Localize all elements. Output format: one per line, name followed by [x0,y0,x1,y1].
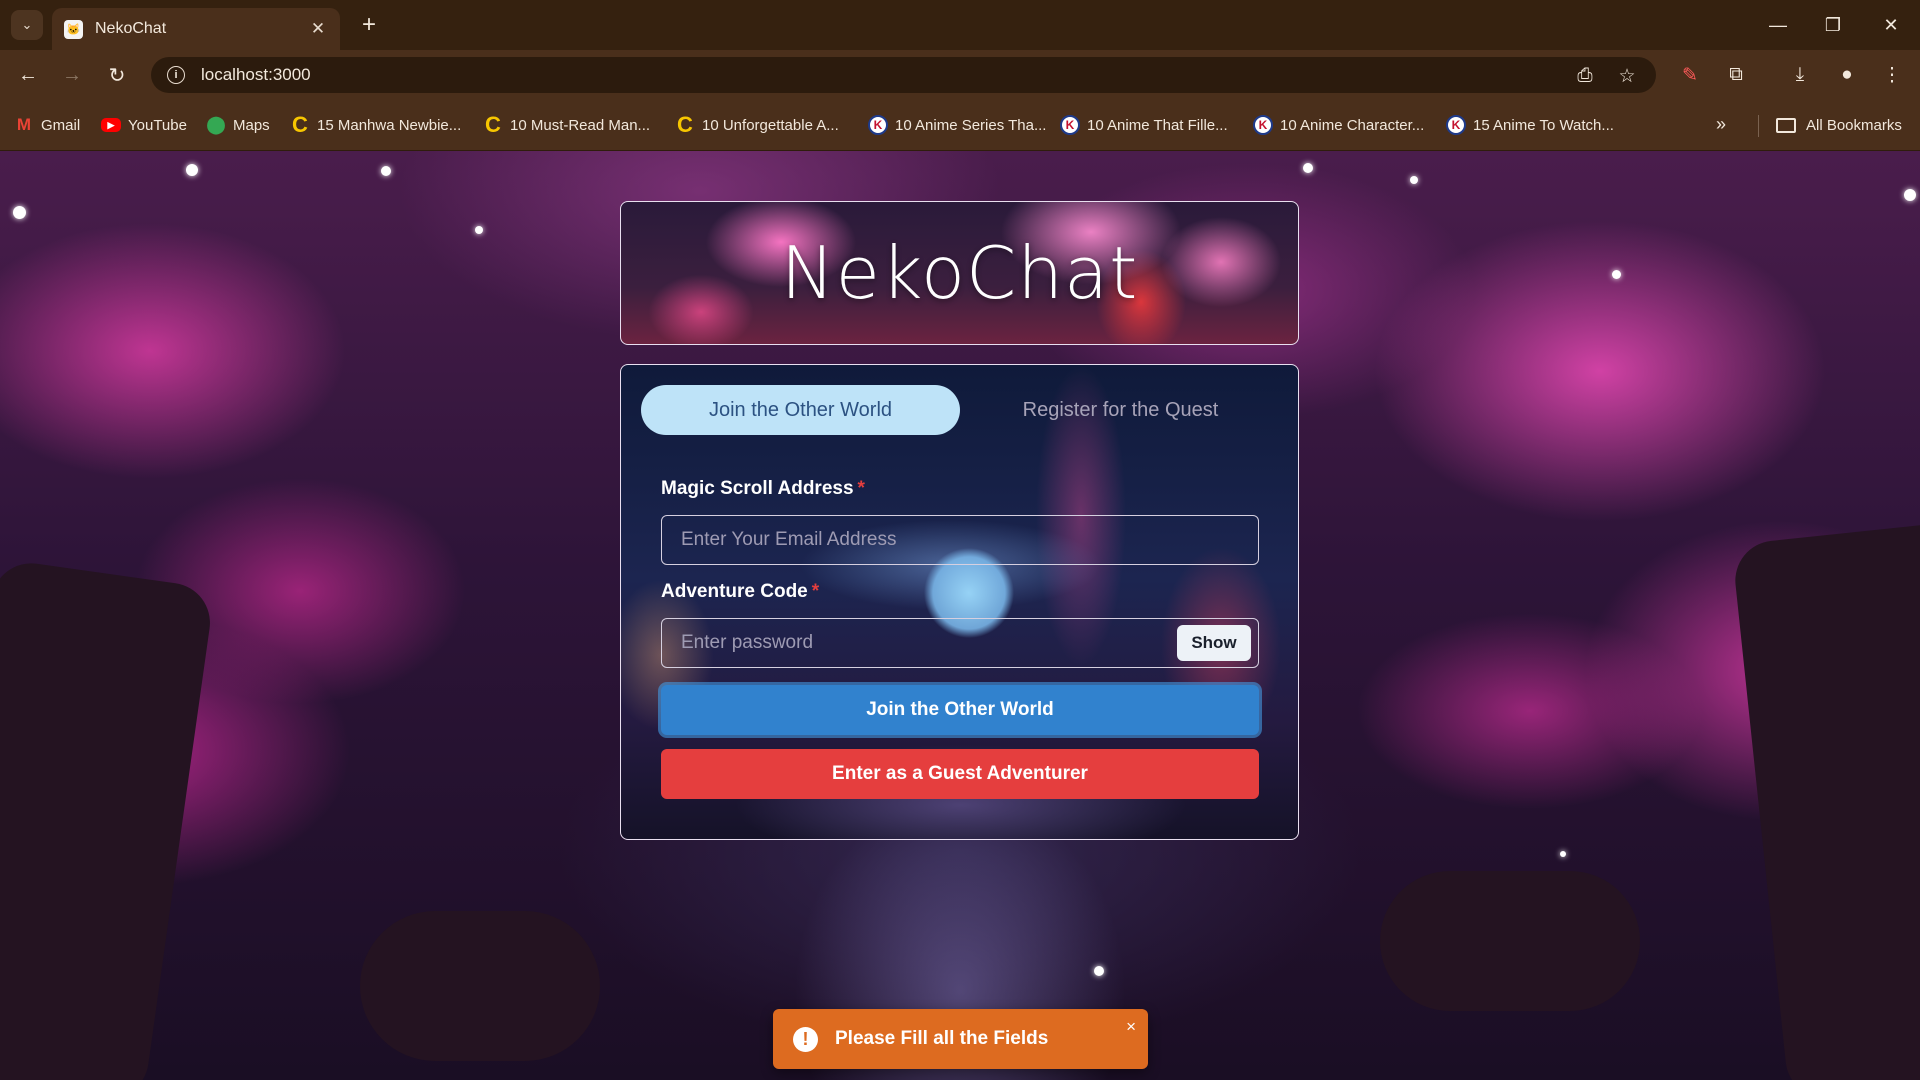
required-asterisk: * [857,478,865,499]
bookmark-label: 15 Manhwa Newbie... [317,116,462,134]
tab-register[interactable]: Register for the Quest [961,385,1280,435]
bookmark-youtube[interactable]: ▶ YouTube [101,112,187,138]
rock [360,911,600,1061]
bookmark-item[interactable]: C 10 Unforgettable A... [675,112,839,138]
c-site-icon: C [677,112,693,137]
bookmark-item[interactable]: C 15 Manhwa Newbie... [290,112,461,138]
login-submit-button[interactable]: Join the Other World [661,685,1259,735]
toast-close-icon[interactable]: × [1126,1017,1136,1037]
tab-title: NekoChat [95,20,167,37]
tree-trunk [0,558,216,1080]
k-site-icon: K [1253,115,1273,135]
bookmark-label: YouTube [128,116,187,134]
close-window-button[interactable]: ✕ [1868,10,1914,40]
bookmark-label: 10 Anime Series Tha... [895,116,1047,134]
back-button[interactable]: ← [12,61,44,89]
sparkle [1612,270,1621,279]
bookmark-label: 10 Must-Read Man... [510,116,651,134]
browser-menu-icon[interactable]: ⋮ [1877,61,1907,89]
bookmark-star-icon[interactable]: ☆ [1614,65,1640,88]
password-input[interactable] [661,618,1259,668]
warning-icon: ! [793,1026,818,1052]
reload-button[interactable]: ↻ [101,61,133,89]
gmail-icon: M [16,115,32,134]
password-label: Adventure Code * [661,581,819,603]
extension-pen-icon[interactable]: ✎ [1675,61,1705,89]
k-site-icon: K [1060,115,1080,135]
sparkle [1303,163,1313,173]
rock [1380,871,1640,1011]
bookmark-item[interactable]: K 10 Anime Series Tha... [868,112,1046,138]
sparkle [1560,851,1566,857]
auth-form-card: Join the Other World Register for the Qu… [620,364,1299,840]
sparkle [186,164,198,176]
browser-toolbar: ← → ↻ i localhost:3000 ⎙ ☆ ✎ ⧉ ⤓ ● ⋮ [0,50,1920,100]
bookmark-item[interactable]: C 10 Must-Read Man... [483,112,650,138]
k-site-icon: K [868,115,888,135]
sparkle [475,226,483,234]
bookmark-label: Gmail [41,116,81,134]
c-site-icon: C [485,112,501,137]
app-header-banner: NekoChat [620,201,1299,345]
sparkle [1094,966,1104,976]
required-asterisk: * [811,581,820,602]
app-title: NekoChat [780,231,1139,315]
bookmarks-overflow-icon[interactable]: » [1716,114,1726,135]
bookmark-gmail[interactable]: M Gmail [14,112,80,138]
address-text: localhost:3000 [201,65,311,84]
tab-login[interactable]: Join the Other World [641,385,960,435]
sparkle [1904,189,1916,201]
install-app-icon[interactable]: ⎙ [1572,65,1598,87]
bookmark-label: 10 Anime That Fille... [1087,116,1228,134]
password-label-text: Adventure Code [661,581,808,602]
email-input[interactable] [661,515,1259,565]
tab-close-icon[interactable]: ✕ [308,19,328,39]
bookmark-label: 15 Anime To Watch... [1473,116,1614,134]
restore-button[interactable]: ❐ [1810,10,1856,40]
guest-login-button[interactable]: Enter as a Guest Adventurer [661,749,1259,799]
extensions-puzzle-icon[interactable]: ⧉ [1721,61,1751,89]
show-password-button[interactable]: Show [1177,625,1251,661]
bookmark-item[interactable]: K 15 Anime To Watch... [1446,112,1614,138]
bookmark-label: 10 Unforgettable A... [702,116,839,134]
profile-avatar-icon[interactable]: ● [1832,61,1862,89]
forward-button[interactable]: → [56,61,88,89]
bookmark-label: 10 Anime Character... [1280,116,1425,134]
folder-icon [1776,117,1796,133]
sparkle [1410,176,1418,184]
site-info-icon[interactable]: i [167,66,185,84]
email-label: Magic Scroll Address * [661,478,865,500]
tree-trunk [1731,519,1920,1080]
bookmark-item[interactable]: K 10 Anime Character... [1253,112,1424,138]
bookmarks-separator [1758,115,1759,137]
tab-search-button[interactable]: ⌄ [11,10,43,40]
warning-toast: ! Please Fill all the Fields × [773,1009,1148,1069]
maps-icon: ⬤ [206,115,226,134]
sparkle [381,166,391,176]
sparkle [13,206,26,219]
c-site-icon: C [292,112,308,137]
youtube-icon: ▶ [101,118,121,132]
bookmark-maps[interactable]: ⬤ Maps [206,112,270,138]
browser-tab-strip: ⌄ 🐱 NekoChat ✕ + — ❐ ✕ [0,0,1920,50]
bookmark-label: Maps [233,116,270,134]
toast-message: Please Fill all the Fields [835,1028,1049,1049]
address-bar[interactable]: i localhost:3000 ⎙ ☆ [151,57,1656,93]
email-label-text: Magic Scroll Address [661,478,854,499]
nekochat-favicon-icon: 🐱 [64,19,83,39]
new-tab-button[interactable]: + [354,10,384,40]
k-site-icon: K [1446,115,1466,135]
all-bookmarks-button[interactable]: All Bookmarks [1776,112,1902,138]
downloads-icon[interactable]: ⤓ [1785,61,1815,89]
browser-tab-active[interactable]: 🐱 NekoChat ✕ [52,8,340,50]
all-bookmarks-label: All Bookmarks [1806,116,1902,134]
minimize-button[interactable]: — [1755,10,1801,40]
bookmarks-bar: M Gmail ▶ YouTube ⬤ Maps C 15 Manhwa New… [0,100,1920,151]
bookmark-item[interactable]: K 10 Anime That Fille... [1060,112,1228,138]
